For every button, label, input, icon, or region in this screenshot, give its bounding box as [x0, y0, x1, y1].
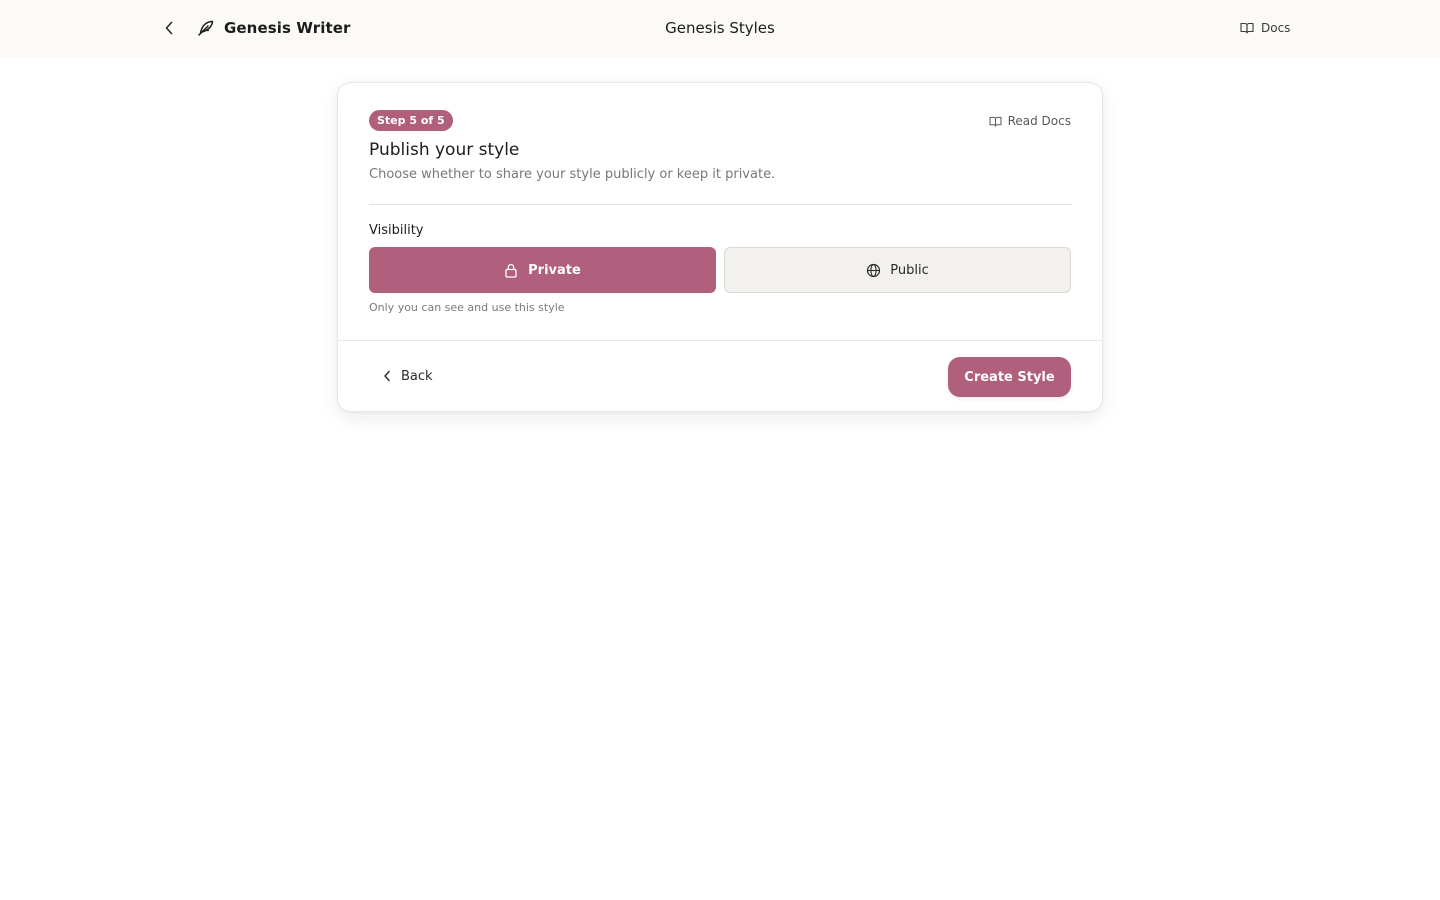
back-chevron-icon[interactable] — [160, 18, 178, 38]
visibility-hint: Only you can see and use this style — [369, 301, 565, 314]
docs-label: Docs — [1261, 21, 1291, 35]
visibility-option-label: Public — [890, 262, 929, 278]
back-label: Back — [401, 368, 433, 384]
read-docs-label: Read Docs — [1007, 114, 1071, 128]
card-title: Publish your style — [369, 140, 520, 160]
back-button[interactable]: Back — [383, 365, 433, 387]
card-subtitle: Choose whether to share your style publi… — [369, 167, 776, 182]
divider — [369, 204, 1072, 205]
footer-divider — [338, 340, 1102, 341]
globe-icon — [866, 262, 882, 278]
visibility-option-private[interactable]: Private — [369, 247, 716, 293]
visibility-option-label: Private — [528, 262, 581, 278]
read-docs-link[interactable]: Read Docs — [989, 112, 1071, 130]
publish-card: Step 5 of 5 Read Docs Publish your style… — [337, 82, 1103, 412]
lock-icon — [504, 262, 520, 278]
brand[interactable]: Genesis Writer — [196, 16, 351, 40]
create-style-button[interactable]: Create Style — [948, 357, 1071, 397]
visibility-option-public[interactable]: Public — [724, 247, 1071, 293]
book-icon — [989, 116, 1002, 127]
chevron-left-icon — [383, 370, 391, 382]
top-bar: Genesis Writer Genesis Styles Docs — [0, 0, 1440, 57]
step-badge: Step 5 of 5 — [369, 110, 453, 131]
visibility-label: Visibility — [369, 223, 424, 238]
docs-link[interactable]: Docs — [1240, 18, 1290, 38]
page-title: Genesis Styles — [665, 19, 775, 37]
book-icon — [1240, 22, 1254, 34]
app-name: Genesis Writer — [224, 19, 351, 37]
feather-icon — [196, 18, 216, 38]
